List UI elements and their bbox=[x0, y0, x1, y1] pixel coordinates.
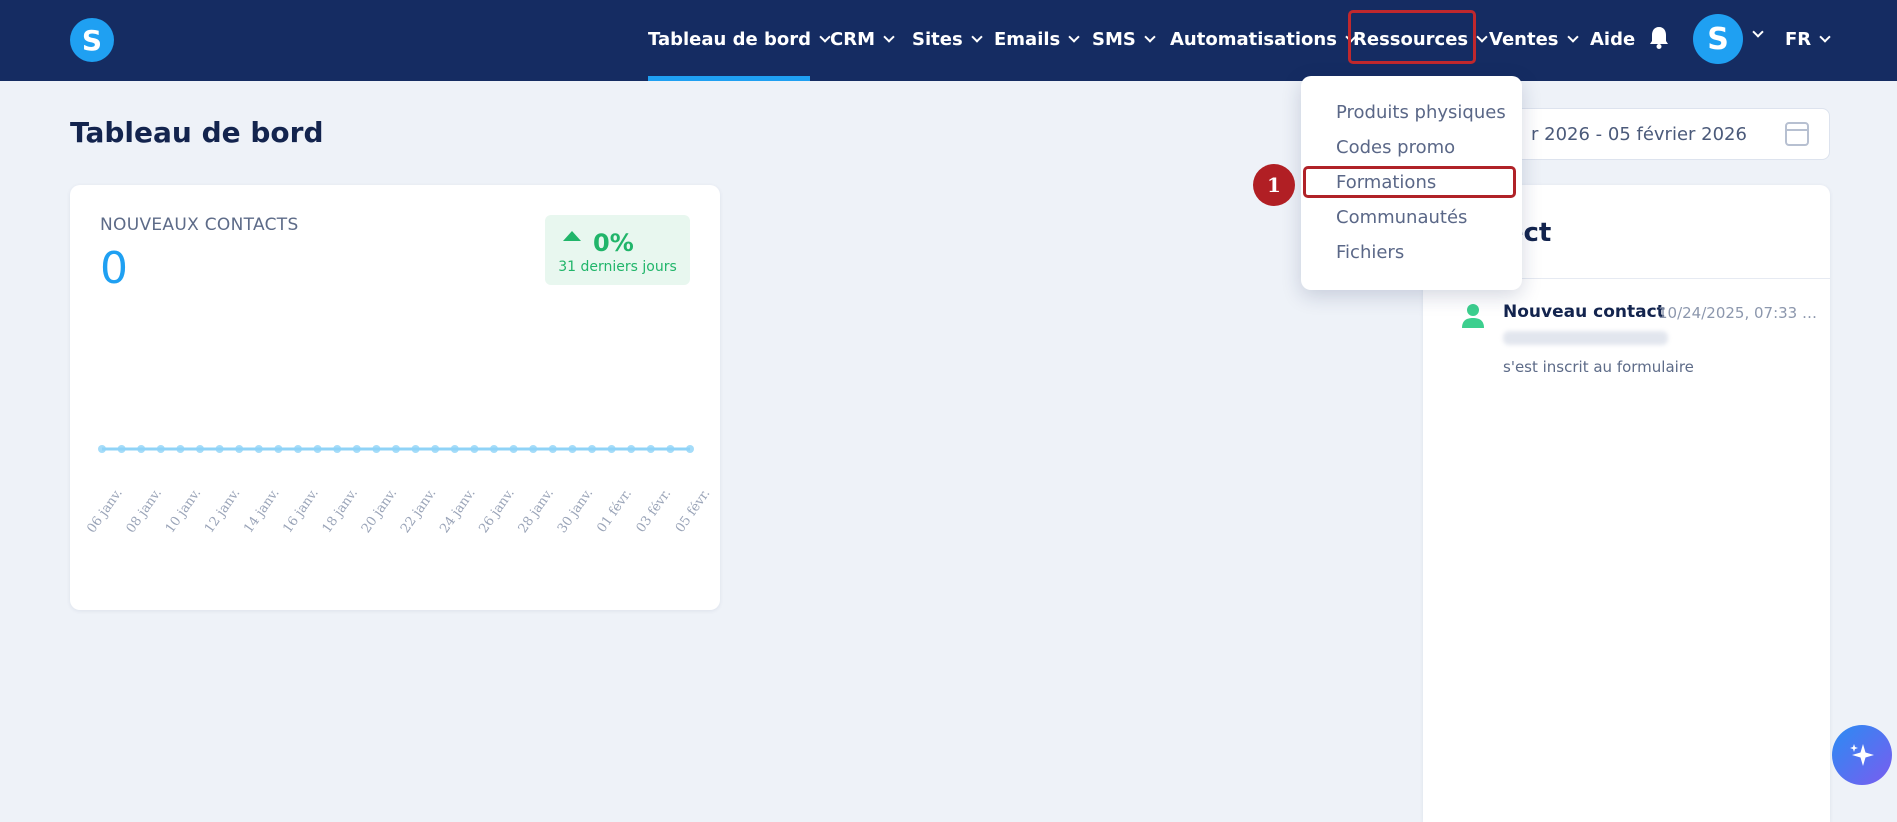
data-point bbox=[196, 445, 204, 453]
data-point bbox=[490, 445, 498, 453]
data-point bbox=[666, 445, 675, 453]
nav-crm[interactable]: CRM bbox=[830, 24, 895, 54]
language-label: FR bbox=[1785, 28, 1812, 50]
data-point bbox=[215, 445, 224, 453]
data-point bbox=[627, 445, 636, 453]
data-point bbox=[607, 445, 616, 453]
chevron-down-icon[interactable] bbox=[1752, 26, 1764, 38]
x-tick-label: 10 janv. bbox=[163, 486, 204, 536]
data-point bbox=[313, 445, 322, 453]
chevron-down-icon bbox=[819, 30, 831, 43]
data-point bbox=[176, 445, 185, 453]
data-point bbox=[411, 445, 420, 453]
data-point bbox=[646, 445, 655, 453]
sparkle-icon bbox=[1850, 744, 1874, 766]
nav-emails[interactable]: Emails bbox=[994, 24, 1080, 54]
nav-tableau-de-bord[interactable]: Tableau de bord bbox=[648, 24, 831, 54]
x-tick-label: 01 févr. bbox=[594, 486, 635, 535]
data-point bbox=[431, 445, 440, 453]
data-point bbox=[274, 445, 283, 453]
date-range-picker[interactable]: r 2026 - 05 février 2026 bbox=[1480, 108, 1830, 160]
x-tick-label: 05 févr. bbox=[673, 486, 714, 535]
step-number-badge: 1 bbox=[1253, 164, 1295, 206]
data-point bbox=[450, 445, 459, 453]
active-nav-indicator bbox=[648, 76, 810, 81]
nav-label: Emails bbox=[994, 28, 1061, 50]
nav-ventes[interactable]: Ventes bbox=[1489, 24, 1579, 54]
data-point bbox=[529, 445, 538, 453]
user-avatar[interactable]: S bbox=[1693, 14, 1743, 64]
data-point bbox=[235, 445, 244, 453]
nav-sms[interactable]: SMS bbox=[1092, 24, 1156, 54]
x-tick-label: 14 janv. bbox=[241, 486, 282, 536]
live-entry-time: 10/24/2025, 07:33 … bbox=[1658, 304, 1817, 322]
data-point bbox=[294, 445, 302, 453]
date-range-text: r 2026 - 05 février 2026 bbox=[1531, 123, 1747, 145]
chevron-down-icon bbox=[883, 30, 895, 43]
x-tick-label: 26 janv. bbox=[476, 486, 517, 536]
menu-item-codes-promo[interactable]: Codes promo bbox=[1336, 137, 1455, 158]
nav-aide[interactable]: Aide bbox=[1590, 24, 1635, 54]
x-tick-label: 03 févr. bbox=[634, 486, 675, 535]
nav-label: SMS bbox=[1092, 28, 1136, 50]
data-point bbox=[470, 445, 479, 453]
data-point bbox=[568, 445, 577, 453]
data-point bbox=[588, 445, 596, 453]
calendar-icon bbox=[1785, 122, 1809, 146]
formations-highlight-box bbox=[1303, 166, 1516, 198]
data-point bbox=[117, 445, 126, 453]
chevron-down-icon bbox=[1566, 30, 1579, 43]
x-tick-label: 30 janv. bbox=[555, 486, 596, 536]
data-point bbox=[333, 445, 342, 453]
top-navigation-bar: S Tableau de bord CRM Sites Emails SMS A… bbox=[0, 0, 1897, 81]
page-title: Tableau de bord bbox=[70, 116, 324, 149]
data-point bbox=[352, 445, 361, 453]
user-icon bbox=[1462, 304, 1484, 328]
menu-item-fichiers[interactable]: Fichiers bbox=[1336, 242, 1404, 263]
x-tick-label: 06 janv. bbox=[84, 486, 125, 536]
data-point bbox=[392, 445, 400, 453]
x-tick-label: 08 janv. bbox=[124, 486, 165, 536]
chevron-down-icon bbox=[1144, 30, 1156, 43]
menu-item-communautes[interactable]: Communautés bbox=[1336, 207, 1467, 228]
nav-label: Automatisations bbox=[1170, 28, 1337, 50]
nav-sites[interactable]: Sites bbox=[912, 24, 983, 54]
data-point bbox=[372, 445, 381, 453]
x-tick-label: 28 janv. bbox=[516, 486, 557, 536]
new-contacts-card: NOUVEAUX CONTACTS 0 0% 31 derniers jours… bbox=[70, 185, 720, 610]
x-tick-label: 24 janv. bbox=[437, 486, 478, 536]
nav-label: Tableau de bord bbox=[648, 28, 811, 50]
x-tick-label: 18 janv. bbox=[320, 486, 361, 536]
live-entry-action: s'est inscrit au formulaire bbox=[1503, 358, 1694, 376]
contacts-line-chart: 06 janv.08 janv.10 janv.12 janv.14 janv.… bbox=[84, 445, 714, 536]
live-entry-name[interactable]: Nouveau contact bbox=[1503, 302, 1665, 322]
chevron-down-icon bbox=[971, 30, 983, 43]
blurred-email bbox=[1503, 331, 1668, 345]
x-tick-label: 20 janv. bbox=[359, 486, 400, 536]
nav-label: CRM bbox=[830, 28, 875, 50]
data-point bbox=[254, 445, 263, 453]
ai-assistant-button[interactable] bbox=[1832, 725, 1892, 785]
data-point bbox=[98, 445, 106, 453]
chevron-down-icon bbox=[1476, 30, 1488, 43]
nav-label: Ventes bbox=[1489, 28, 1559, 50]
ressources-highlight-box bbox=[1348, 10, 1476, 64]
chevron-down-icon bbox=[1819, 30, 1831, 43]
brand-logo[interactable]: S bbox=[70, 18, 114, 62]
data-point bbox=[137, 445, 146, 453]
chevron-down-icon bbox=[1068, 30, 1080, 43]
x-tick-label: 12 janv. bbox=[202, 486, 243, 536]
nav-automatisations[interactable]: Automatisations bbox=[1170, 24, 1357, 54]
nav-label: Sites bbox=[912, 28, 963, 50]
x-tick-label: 16 janv. bbox=[280, 486, 321, 536]
data-point bbox=[548, 445, 557, 453]
data-point bbox=[686, 445, 694, 453]
language-selector[interactable]: FR bbox=[1785, 24, 1831, 54]
data-point bbox=[509, 445, 518, 453]
bell-icon[interactable] bbox=[1648, 25, 1670, 49]
menu-item-produits-physiques[interactable]: Produits physiques bbox=[1336, 102, 1506, 123]
x-tick-label: 22 janv. bbox=[398, 486, 439, 536]
data-point bbox=[156, 445, 165, 453]
nav-label: Aide bbox=[1590, 28, 1636, 50]
